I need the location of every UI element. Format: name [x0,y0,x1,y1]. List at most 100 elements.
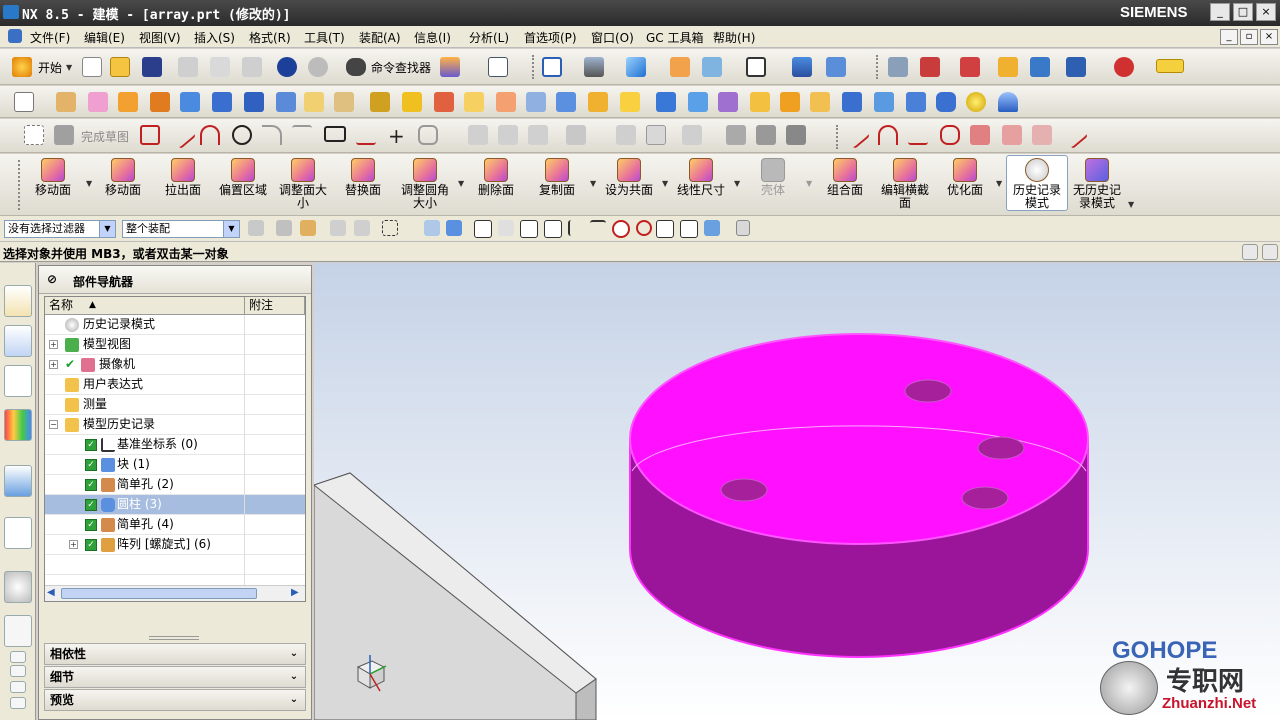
save-icon[interactable] [142,57,162,77]
start-dropdown-icon[interactable]: ▼ [66,63,72,72]
arc-icon[interactable] [1114,57,1134,77]
tree-row-user-expressions[interactable]: 用户表达式 [45,375,305,395]
general-select-icon[interactable] [300,220,316,236]
copy-face-button[interactable]: 复制面 [526,156,588,212]
subtract-icon[interactable] [402,92,422,112]
chevron-down-icon[interactable]: ⌄ [287,647,301,661]
point-on-surface-icon[interactable] [704,220,720,236]
cylinder-icon[interactable] [874,92,894,112]
dropdown-arrow-icon[interactable]: ▼ [996,179,1002,188]
tree-row-simple-hole-2[interactable]: ✓ 简单孔 (2) [45,475,305,495]
hole-2[interactable] [977,436,1025,460]
tree-row-measurements[interactable]: 测量 [45,395,305,415]
chevron-down-icon[interactable]: ⌄ [287,693,301,707]
scale-icon[interactable] [750,92,770,112]
reuse-library-tab[interactable] [4,409,32,441]
block-icon[interactable] [842,92,862,112]
line-icon[interactable] [167,120,197,150]
revolve-icon[interactable] [150,92,170,112]
transform-icon[interactable] [1066,57,1086,77]
system-materials-tab[interactable] [4,615,32,647]
toolbar-grip[interactable] [532,55,536,79]
snap-settings-icon[interactable] [736,220,750,236]
paste-icon[interactable] [242,57,262,77]
snap-point-icon[interactable] [474,220,492,238]
menu-format[interactable]: 格式(R) [249,29,291,46]
open-folder-icon[interactable] [110,57,130,77]
helix-icon[interactable] [1059,120,1089,150]
tree-row-block[interactable]: ✓ 块 (1) [45,455,305,475]
tree-row-history-mode[interactable]: 历史记录模式 [45,315,305,335]
point-sketch-icon[interactable]: + [388,124,405,148]
optimize-face-button[interactable]: 优化面 [934,156,996,212]
pocket-icon[interactable] [244,92,264,112]
dependencies-panel[interactable]: 相依性 ⌄ [44,643,306,665]
horizontal-scrollbar[interactable]: ◀ ▶ [45,585,305,601]
toolbar-options-icon[interactable]: ▼ [1128,200,1134,209]
draft-icon[interactable] [688,92,708,112]
auto-constraint-icon[interactable] [726,125,746,145]
snap-icon[interactable] [998,57,1018,77]
start-button[interactable]: 开始 [38,59,62,76]
finish-sketch-button[interactable]: 完成草图 [81,128,129,145]
dropdown-arrow-icon[interactable]: ▼ [662,179,668,188]
history-free-mode-button[interactable]: 无历史记 录模式 [1066,156,1128,212]
scroll-left-icon[interactable]: ◀ [47,587,55,598]
sew-icon[interactable] [780,92,800,112]
splitter-handle[interactable] [149,636,199,640]
scroll-down-step-icon[interactable] [10,681,26,693]
preview-panel[interactable]: 预览 ⌄ [44,689,306,711]
tree-row-cameras[interactable]: + ✔ 摄像机 [45,355,305,375]
cut-icon[interactable] [178,57,198,77]
resize-face-button[interactable]: 调整面大小 [272,156,334,212]
pad-icon[interactable] [276,92,296,112]
profile-icon[interactable] [140,125,160,145]
expand-icon[interactable]: + [69,540,78,549]
hole-3[interactable] [720,478,768,502]
arc-sketch-icon[interactable] [200,125,220,145]
polyline-icon[interactable] [356,125,376,145]
command-finder-button[interactable]: 命令查找器 [371,59,431,76]
menu-assemblies[interactable]: 装配(A) [359,29,401,46]
toolbar-grip[interactable] [876,55,880,79]
menu-insert[interactable]: 插入(S) [194,29,235,46]
circle-center-icon[interactable] [612,220,630,238]
tree-row-datum-csys[interactable]: ✓ 基准坐标系 (0) [45,435,305,455]
menu-edit[interactable]: 编辑(E) [84,29,125,46]
arc-center-icon[interactable] [590,220,606,236]
extrude-icon[interactable] [118,92,138,112]
finish-sketch-icon[interactable] [54,125,74,145]
arc-3d-icon[interactable] [878,125,898,145]
scroll-up-icon[interactable] [10,651,26,663]
pin-icon[interactable]: ⊘ [47,272,57,286]
split-body-icon[interactable] [496,92,516,112]
replace-face-button[interactable]: 替换面 [332,156,394,212]
delete-face-button[interactable]: 删除面 [465,156,527,212]
menu-information[interactable]: 信息(I) [414,29,451,46]
checkbox-icon[interactable]: ✓ [85,459,97,471]
graphics-window[interactable]: GOHOPE 专职网 Zhuanzhi.Net [314,263,1280,720]
wcs-icon[interactable] [702,57,722,77]
new-file-icon[interactable] [82,57,102,77]
edge-blend-icon[interactable] [588,92,608,112]
render-style-icon[interactable] [584,57,604,77]
minimize-button[interactable]: _ [1210,3,1230,21]
curve-edit-icon[interactable] [970,125,990,145]
move-face-2-button[interactable]: 移动面 [92,156,154,212]
info-document-icon[interactable] [488,57,508,77]
collapse-icon[interactable]: − [49,420,58,429]
face-select-icon[interactable] [424,220,440,236]
polygon-icon[interactable] [418,125,438,145]
fillet-icon[interactable] [262,125,282,145]
endpoint-icon[interactable] [498,220,514,236]
maximize-button[interactable]: □ [1233,3,1253,21]
convert-reference-icon[interactable] [786,125,806,145]
cylinder-top-face[interactable] [629,333,1089,545]
checkbox-icon[interactable]: ✓ [85,519,97,531]
groove-icon[interactable] [334,92,354,112]
undo-icon[interactable] [277,57,297,77]
pull-face-button[interactable]: 拉出面 [152,156,214,212]
chamfer-icon[interactable] [620,92,640,112]
history-tab[interactable] [4,517,32,549]
sketch-icon[interactable] [14,92,34,112]
